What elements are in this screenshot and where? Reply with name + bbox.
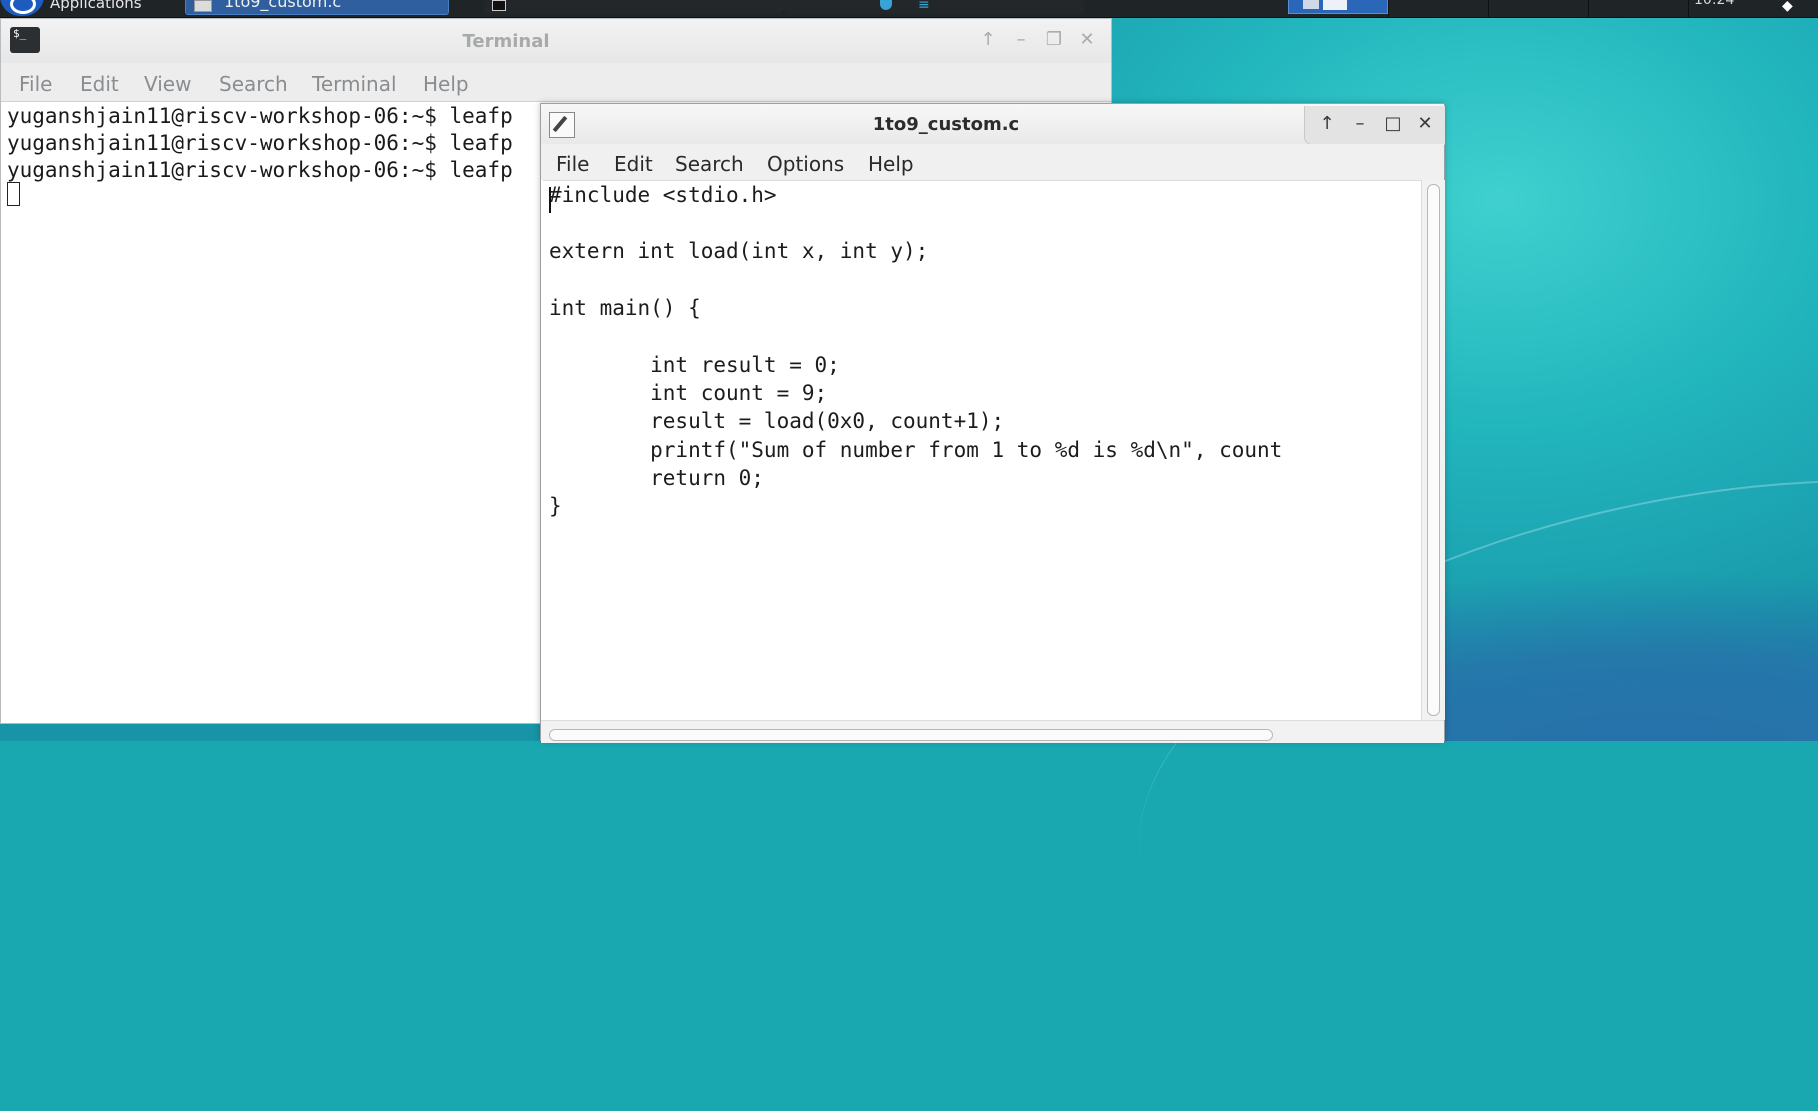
code-line: int main() {: [549, 296, 701, 320]
code-line: int count = 9;: [549, 381, 828, 405]
vertical-scrollbar-thumb[interactable]: [1427, 184, 1440, 716]
horizontal-scrollbar[interactable]: [541, 720, 1444, 743]
editor-title: 1to9_custom.c: [872, 114, 1020, 135]
terminal-cursor: [7, 182, 20, 206]
editor-menubar: File Edit Search Options Help: [541, 144, 1444, 180]
taskbar-item-empty: [784, 0, 1084, 14]
code-line: #include <stdio.h>: [549, 183, 777, 207]
panel-separator: [1488, 0, 1489, 17]
code-line: printf("Sum of number from 1 to %d is %d…: [549, 438, 1283, 462]
terminal-line: yuganshjain11@riscv-workshop-06:~$ leafp: [7, 131, 513, 155]
code-line: extern int load(int x, int y);: [549, 239, 929, 263]
applications-menu[interactable]: Applications: [50, 0, 170, 12]
terminal-title: Terminal: [462, 31, 550, 52]
editor-text-area[interactable]: #include <stdio.h> extern int load(int x…: [543, 180, 1421, 721]
terminal-line: yuganshjain11@riscv-workshop-06:~$ leafp: [7, 104, 513, 128]
panel-separator: [1388, 0, 1389, 17]
panel-clock[interactable]: 10:24: [1694, 0, 1734, 8]
editor-menu-edit[interactable]: Edit: [614, 152, 653, 176]
distro-logo-icon[interactable]: [0, 0, 44, 16]
editor-menu-file[interactable]: File: [556, 152, 589, 176]
editor-minimize-icon[interactable]: –: [1348, 112, 1372, 136]
terminal-menubar: File Edit View Search Terminal Help: [1, 63, 1111, 102]
terminal-menu-view[interactable]: View: [144, 72, 191, 96]
workspace-2[interactable]: [1323, 0, 1347, 10]
terminal-above-icon[interactable]: ↑: [977, 29, 999, 51]
terminal-line: yuganshjain11@riscv-workshop-06:~$ leafp: [7, 158, 513, 182]
vertical-scrollbar[interactable]: [1421, 180, 1445, 720]
terminal-menu-search[interactable]: Search: [219, 72, 288, 96]
code-line: }: [549, 494, 562, 518]
panel-separator: [1688, 0, 1689, 17]
editor-close-icon[interactable]: ✕: [1413, 112, 1437, 136]
terminal-titlebar[interactable]: $_ Terminal ↑ – ❐ ✕: [1, 19, 1111, 63]
horizontal-scrollbar-thumb[interactable]: [549, 729, 1273, 741]
menu-lines-icon[interactable]: ≡: [918, 0, 930, 13]
terminal-icon: [492, 0, 506, 11]
terminal-menu-terminal[interactable]: Terminal: [312, 72, 397, 96]
editor-icon: [194, 0, 212, 12]
terminal-minimize-icon[interactable]: –: [1010, 29, 1032, 51]
taskbar-item-terminal[interactable]: [484, 0, 785, 14]
terminal-menu-file[interactable]: File: [19, 72, 52, 96]
editor-window-controls: ↑ – □ ✕: [1304, 106, 1445, 145]
editor-menu-options[interactable]: Options: [767, 152, 844, 176]
editor-window: 1to9_custom.c ↑ – □ ✕ File Edit Search O…: [540, 103, 1445, 743]
editor-titlebar[interactable]: 1to9_custom.c ↑ – □ ✕: [541, 104, 1445, 145]
editor-menu-help[interactable]: Help: [868, 152, 914, 176]
terminal-restore-icon[interactable]: ❐: [1043, 29, 1065, 51]
panel-menu-arrow-icon[interactable]: ◆: [1782, 0, 1793, 14]
terminal-menu-edit[interactable]: Edit: [80, 72, 119, 96]
terminal-menu-help[interactable]: Help: [423, 72, 469, 96]
editor-menu-search[interactable]: Search: [675, 152, 744, 176]
workspace-pager[interactable]: [1288, 0, 1388, 14]
code-line: result = load(0x0, count+1);: [549, 409, 1005, 433]
terminal-close-icon[interactable]: ✕: [1076, 29, 1098, 51]
editor-above-icon[interactable]: ↑: [1315, 112, 1339, 136]
workspace-1[interactable]: [1303, 0, 1319, 9]
panel-separator: [1588, 0, 1589, 17]
code-line: int result = 0;: [549, 353, 840, 377]
taskbar-item-label: 1to9_custom.c: [224, 0, 342, 11]
top-panel: Applications 1to9_custom.c ≡ 10:24 ◆: [0, 0, 1818, 18]
editor-maximize-icon[interactable]: □: [1381, 112, 1405, 136]
taskbar-item-editor[interactable]: 1to9_custom.c: [185, 0, 449, 15]
code-line: return 0;: [549, 466, 764, 490]
